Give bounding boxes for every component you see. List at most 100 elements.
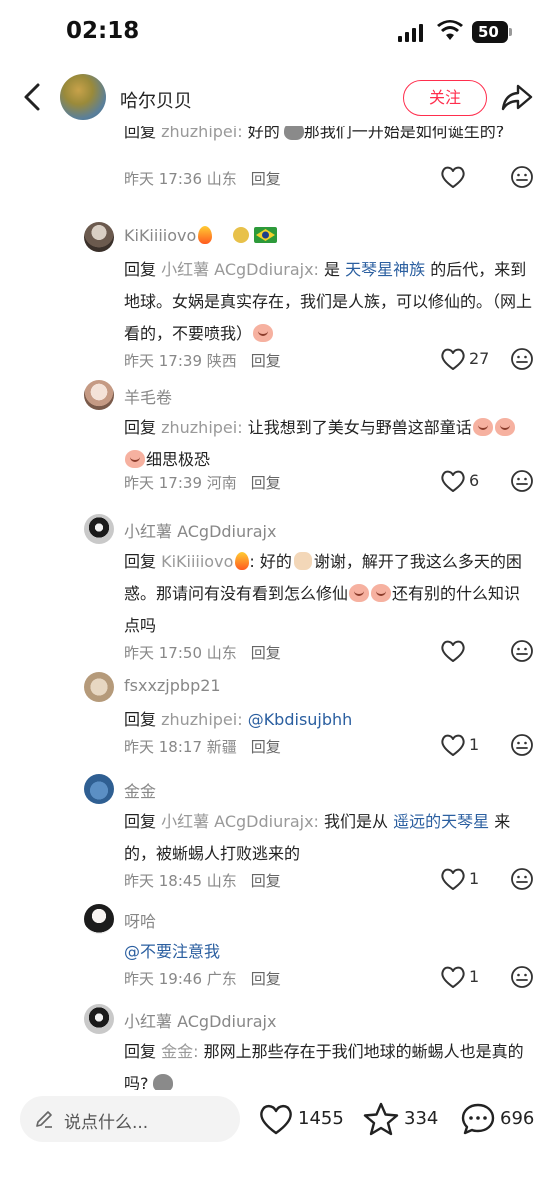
reply-button[interactable]: 回复: [251, 872, 281, 890]
comment-like-count: 6: [469, 471, 480, 490]
comment-like-count: 1: [469, 869, 480, 888]
emoji-icon: [152, 1074, 173, 1090]
comment-text: 回复 zhuzhipei: 好的 那我们一开始是如何诞生的?: [124, 126, 534, 148]
fire-emoji-icon: [235, 552, 250, 570]
comment-text: 回复 金金: 那网上那些存在于我们地球的蜥蜴人也是真的吗?: [124, 1036, 534, 1090]
commenter-avatar[interactable]: [84, 380, 114, 410]
like-count: 1455: [298, 1108, 344, 1129]
comment-time: 昨天 18:17: [124, 738, 202, 756]
like-heart-icon[interactable]: [258, 1102, 294, 1136]
reply-button[interactable]: 回复: [251, 970, 281, 988]
comment-time: 昨天 17:50: [124, 644, 202, 662]
react-emoji-icon[interactable]: [510, 347, 534, 371]
comment-text-part: 细思极恐: [146, 450, 211, 469]
comment-item[interactable]: KiKiiiiovo 回复 小红薯 ACgDdiurajx: 是 天琴星神族 的后…: [0, 218, 555, 390]
comment-link[interactable]: @Kbdisujbhh: [248, 710, 353, 729]
comment-text: 回复 小红薯 ACgDdiurajx: 是 天琴星神族 的后代，来到地球。女娲是…: [124, 254, 534, 350]
status-bar: 02:18 50: [0, 0, 555, 66]
comment-link[interactable]: 遥远的天琴星: [393, 812, 489, 831]
comment-time: 昨天 17:39: [124, 474, 202, 492]
commenter-avatar[interactable]: [84, 514, 114, 544]
share-icon[interactable]: [500, 82, 534, 112]
collect-star-icon[interactable]: [363, 1102, 399, 1136]
reply-target[interactable]: 金金:: [161, 1042, 203, 1061]
reply-target[interactable]: 小红薯 ACgDdiurajx:: [161, 812, 324, 831]
reply-target[interactable]: 小红薯 ACgDdiurajx:: [161, 260, 324, 279]
comment-like-count: 1: [469, 967, 480, 986]
comment-text-part: 回复: [124, 1042, 162, 1061]
react-emoji-icon[interactable]: [510, 469, 534, 493]
comment-link[interactable]: @不要注意我: [124, 942, 220, 961]
reply-button[interactable]: 回复: [251, 170, 281, 188]
comment-text-part: 回复: [124, 418, 162, 437]
reply-button[interactable]: 回复: [251, 738, 281, 756]
reply-button[interactable]: 回复: [251, 474, 281, 492]
comment-location: 山东: [202, 644, 237, 662]
commenter-avatar[interactable]: [84, 774, 114, 804]
react-emoji-icon[interactable]: [510, 733, 534, 757]
comment-like-heart-icon[interactable]: [440, 867, 466, 891]
reply-target[interactable]: zhuzhipei:: [161, 126, 248, 141]
comment-input[interactable]: 说点什么...: [20, 1096, 240, 1142]
comment-item[interactable]: 回复 zhuzhipei: 好的 那我们一开始是如何诞生的? 昨天 17:36 山东…: [0, 126, 555, 220]
comment-like-heart-icon[interactable]: [440, 165, 466, 189]
reply-target[interactable]: zhuzhipei:: [161, 710, 248, 729]
cellular-signal-icon: [398, 24, 424, 42]
commenter-name[interactable]: KiKiiiiovo: [124, 226, 213, 245]
reply-button[interactable]: 回复: [251, 644, 281, 662]
follow-button[interactable]: 关注: [403, 80, 487, 116]
comment-item[interactable]: 羊毛卷回复 zhuzhipei: 让我想到了美女与野兽这部童话细思极恐 昨天 17…: [0, 376, 555, 516]
commenter-avatar[interactable]: [84, 1004, 114, 1034]
emoji-icon: [283, 126, 304, 140]
author-avatar[interactable]: [60, 74, 106, 120]
commenter-name[interactable]: 羊毛卷: [124, 384, 172, 408]
comment-item[interactable]: 金金回复 小红薯 ACgDdiurajx: 我们是从 遥远的天琴星 来的，被蜥蜴…: [0, 770, 555, 910]
comment-like-heart-icon[interactable]: [440, 469, 466, 493]
comment-link[interactable]: 天琴星神族: [345, 260, 425, 279]
comment-like-heart-icon[interactable]: [440, 965, 466, 989]
comment-meta: 昨天 17:39 河南 回复: [124, 472, 281, 493]
comment-like-heart-icon[interactable]: [440, 347, 466, 371]
react-emoji-icon[interactable]: [510, 867, 534, 891]
author-name[interactable]: 哈尔贝贝: [120, 87, 192, 113]
react-emoji-icon[interactable]: [510, 639, 534, 663]
comment-text-part: 是: [324, 260, 346, 279]
commenter-avatar[interactable]: [84, 904, 114, 934]
comment-text: 回复 小红薯 ACgDdiurajx: 我们是从 遥远的天琴星 来的，被蜥蜴人打…: [124, 806, 534, 870]
react-emoji-icon[interactable]: [510, 165, 534, 189]
back-arrow-icon[interactable]: [18, 82, 44, 112]
comment-item[interactable]: 小红薯 ACgDdiurajx 回复 KiKiiiiovo: 好的 谢谢，解开了我这…: [0, 510, 555, 682]
commenter-name[interactable]: 小红薯 ACgDdiurajx: [124, 518, 276, 542]
comment-text-part: 回复: [124, 126, 162, 141]
commenter-name[interactable]: 呀哈: [124, 908, 156, 932]
react-emoji-icon[interactable]: [510, 965, 534, 989]
comment-like-heart-icon[interactable]: [440, 639, 466, 663]
comment-bubble-icon[interactable]: [460, 1102, 496, 1136]
comment-item[interactable]: 呀哈 @不要注意我昨天 19:46 广东 回复 1: [0, 900, 555, 1008]
commenter-name[interactable]: fsxxzjpbp21: [124, 676, 221, 695]
comment-time: 昨天 18:45: [124, 872, 202, 890]
commenter-avatar[interactable]: [84, 672, 114, 702]
comment-item[interactable]: 小红薯 ACgDdiurajx 回复 金金: 那网上那些存在于我们地球的蜥蜴人也是…: [0, 1000, 555, 1090]
comment-location: 陕西: [202, 352, 237, 370]
comment-text: @不要注意我: [124, 936, 534, 968]
ok-hand-emoji-icon: [293, 552, 312, 570]
reply-target[interactable]: zhuzhipei:: [161, 418, 248, 437]
reply-target[interactable]: KiKiiiiovo: [161, 552, 233, 571]
commenter-name[interactable]: 小红薯 ACgDdiurajx: [124, 1008, 276, 1032]
laugh-emoji-icon: [472, 418, 493, 436]
comment-text: 回复 KiKiiiiovo: 好的 谢谢，解开了我这么多天的困惑。那请问有没有看到…: [124, 546, 534, 642]
commenter-name[interactable]: 金金: [124, 778, 156, 802]
comment-text-part: 回复: [124, 552, 162, 571]
comment-item[interactable]: fsxxzjpbp21 回复 zhuzhipei: @Kbdisujbhh 昨天 1…: [0, 668, 555, 776]
comment-meta: 昨天 19:46 广东 回复: [124, 968, 281, 989]
comment-like-heart-icon[interactable]: [440, 733, 466, 757]
comment-location: 广东: [202, 970, 237, 988]
cry-emoji-icon: [349, 584, 370, 602]
comment-text: 回复 zhuzhipei: 让我想到了美女与野兽这部童话细思极恐: [124, 412, 534, 476]
reply-button[interactable]: 回复: [251, 352, 281, 370]
note-header: 哈尔贝贝 关注: [0, 66, 555, 126]
collect-count: 334: [404, 1108, 439, 1129]
commenter-avatar[interactable]: [84, 222, 114, 252]
comment-meta: 昨天 18:17 新疆 回复: [124, 736, 281, 757]
